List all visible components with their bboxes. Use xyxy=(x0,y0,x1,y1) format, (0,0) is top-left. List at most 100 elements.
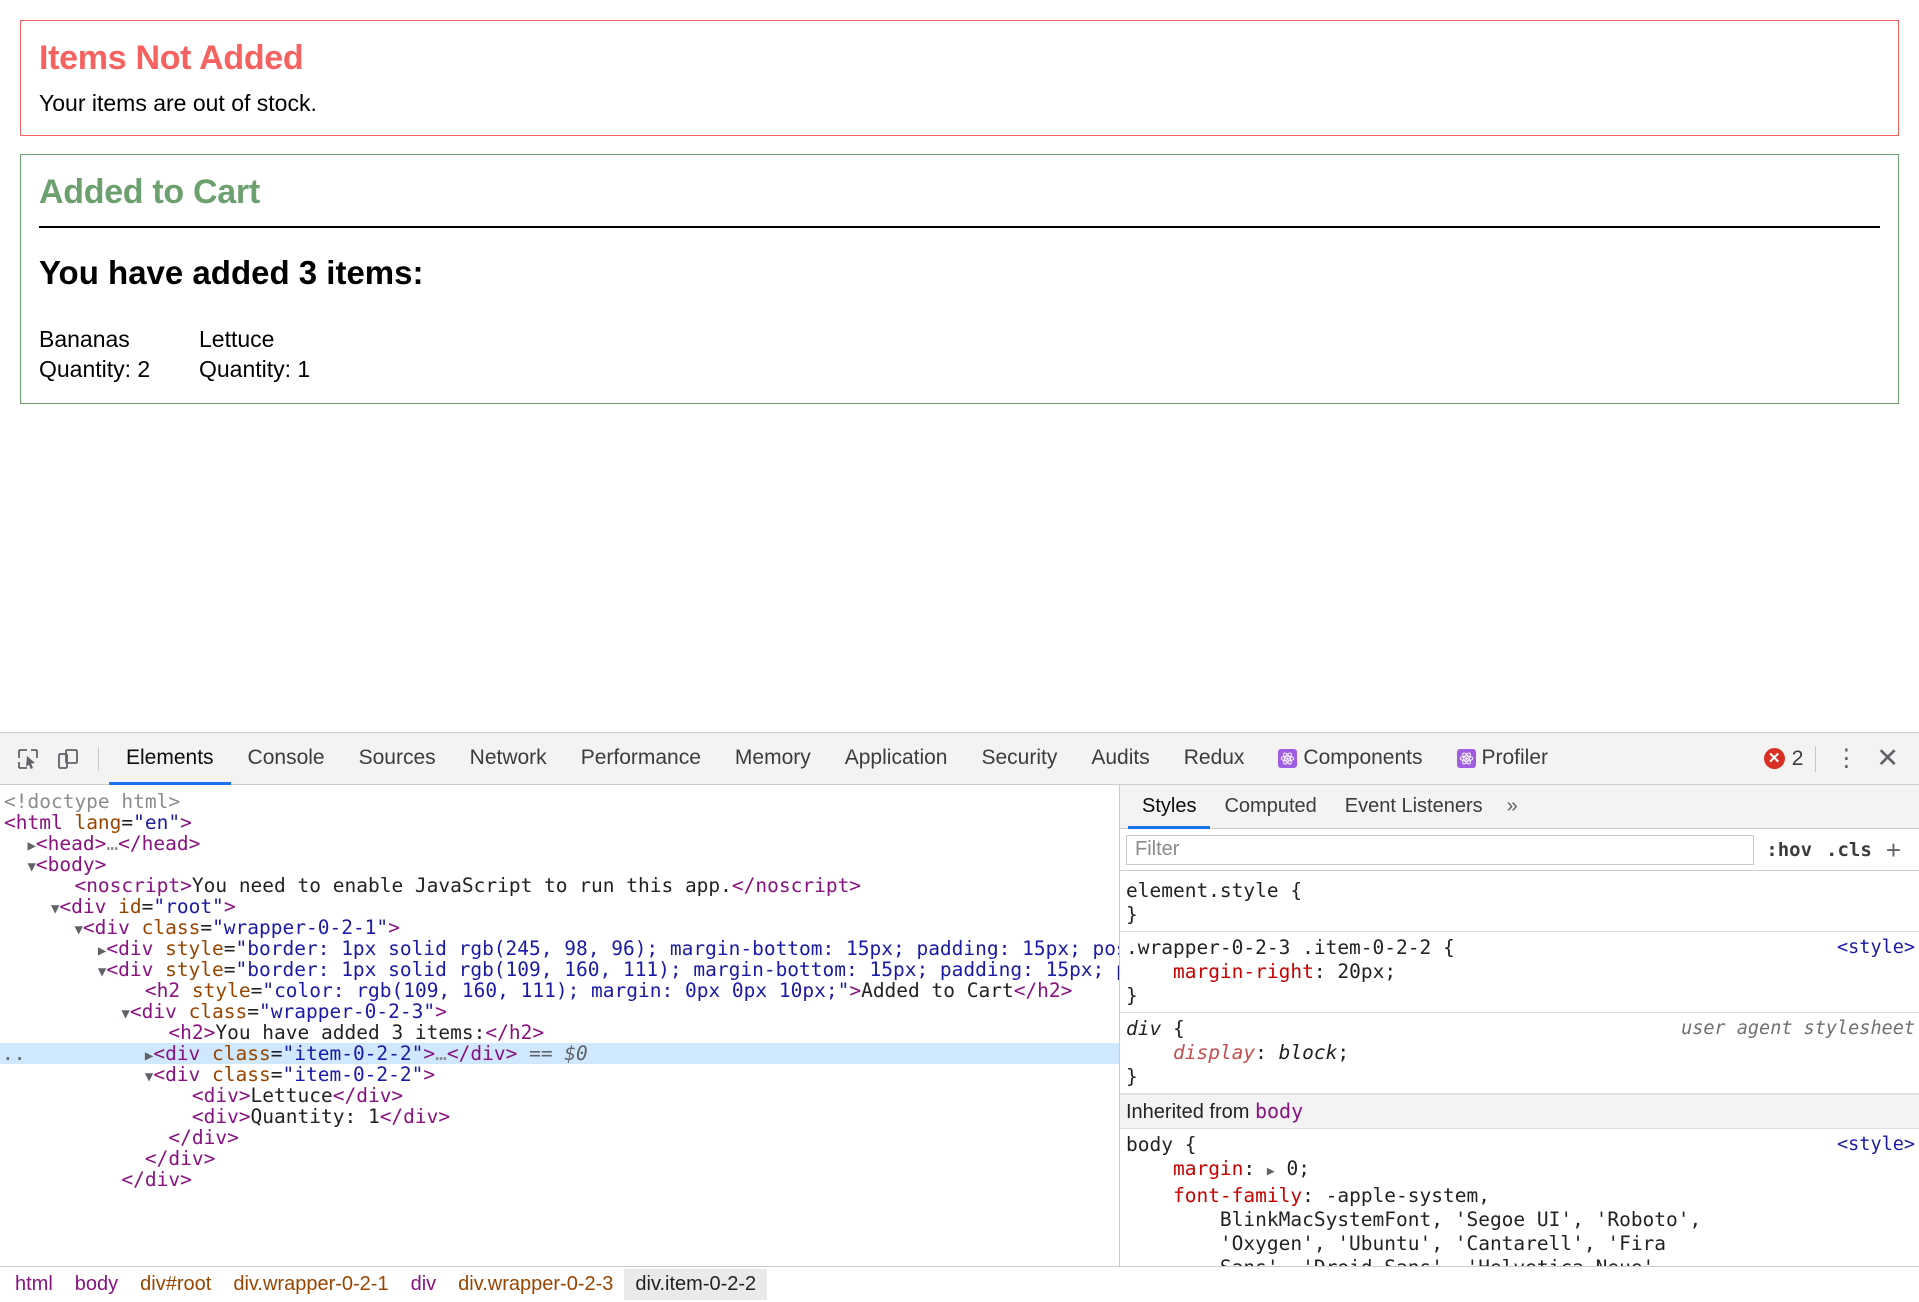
tab-application[interactable]: Application xyxy=(828,734,965,785)
tab-event-listeners[interactable]: Event Listeners xyxy=(1331,786,1497,829)
dom-node[interactable]: <h2>You have added 3 items:</h2> xyxy=(0,1022,1119,1043)
expand-arrow-icon[interactable]: ▶ xyxy=(1267,1164,1275,1179)
hov-toggle-button[interactable]: :hov xyxy=(1766,839,1812,861)
dom-node[interactable]: <!doctype html> xyxy=(0,791,1119,812)
breadcrumb-item[interactable]: div.wrapper-0-2-1 xyxy=(222,1269,399,1300)
error-count-badge[interactable]: ✕ 2 xyxy=(1764,747,1804,771)
css-property-name[interactable]: margin-right xyxy=(1173,960,1314,983)
collapse-arrow-icon[interactable]: ▼ xyxy=(121,1006,129,1022)
tab-performance[interactable]: Performance xyxy=(564,734,718,785)
tab-audits[interactable]: Audits xyxy=(1074,734,1166,785)
css-property-value-cont: 'Oxygen', 'Ubuntu', 'Cantarell', 'Fira xyxy=(1220,1232,1666,1255)
dom-node[interactable]: ▶<div style="border: 1px solid rgb(245, … xyxy=(0,938,1119,959)
toolbar-divider xyxy=(1815,746,1816,772)
cart-item: Bananas Quantity: 2 xyxy=(39,324,179,385)
css-rules-area: element.style { } <style> .wrapper-0-2-3… xyxy=(1120,871,1919,1266)
tab-styles[interactable]: Styles xyxy=(1128,786,1210,829)
css-origin-link[interactable]: <style> xyxy=(1837,1133,1915,1157)
dom-node[interactable]: </div> xyxy=(0,1148,1119,1169)
breadcrumb-item[interactable]: div.wrapper-0-2-3 xyxy=(447,1269,624,1300)
tab-label: Performance xyxy=(581,746,701,770)
tab-label: Sources xyxy=(359,746,436,770)
css-property-value[interactable]: 20px xyxy=(1337,960,1384,983)
css-property-value[interactable]: -apple-system, xyxy=(1326,1184,1490,1207)
react-logo-icon xyxy=(1457,749,1476,768)
css-property-name[interactable]: display xyxy=(1173,1041,1255,1064)
css-property-name[interactable]: font-family xyxy=(1173,1184,1302,1207)
breadcrumb-item[interactable]: div xyxy=(400,1269,448,1300)
dom-node[interactable]: </div> xyxy=(0,1169,1119,1190)
tab-network[interactable]: Network xyxy=(453,734,564,785)
dom-tree-pane[interactable]: <!doctype html><html lang="en"> ▶<head>…… xyxy=(0,785,1120,1266)
tab-redux[interactable]: Redux xyxy=(1167,734,1262,785)
tab-security[interactable]: Security xyxy=(964,734,1074,785)
toolbar-right-group: ✕ 2 ⋮ ✕ xyxy=(1764,745,1911,772)
dom-node[interactable]: <noscript>You need to enable JavaScript … xyxy=(0,875,1119,896)
tab-label: Styles xyxy=(1142,795,1196,818)
dom-node[interactable]: ▼<div style="border: 1px solid rgb(109, … xyxy=(0,959,1119,980)
cart-heading: You have added 3 items: xyxy=(39,254,1880,292)
items-not-added-body: Your items are out of stock. xyxy=(39,90,1880,117)
dom-node[interactable]: <html lang="en"> xyxy=(0,812,1119,833)
breadcrumb-item[interactable]: body xyxy=(64,1269,129,1300)
collapse-arrow-icon[interactable]: ▼ xyxy=(27,859,35,875)
device-toolbar-icon[interactable] xyxy=(51,742,85,776)
dom-node[interactable]: ▼<div id="root"> xyxy=(0,896,1119,917)
tab-label: Event Listeners xyxy=(1345,795,1483,818)
inspect-element-icon[interactable] xyxy=(11,742,45,776)
breadcrumb: htmlbodydiv#rootdiv.wrapper-0-2-1divdiv.… xyxy=(0,1266,1919,1302)
tab-label: Computed xyxy=(1224,795,1316,818)
expand-arrow-icon[interactable]: ▶ xyxy=(27,838,35,854)
tab-label: Redux xyxy=(1184,746,1245,770)
dom-node[interactable]: </div> xyxy=(0,1127,1119,1148)
toolbar-divider xyxy=(98,747,99,771)
cart-item-name: Lettuce xyxy=(199,324,339,354)
brace: { xyxy=(1279,879,1302,902)
tab-components[interactable]: Components xyxy=(1261,734,1439,785)
dom-node[interactable]: ▼<div class="wrapper-0-2-3"> xyxy=(0,1001,1119,1022)
tab-label: Components xyxy=(1303,746,1422,770)
dom-node[interactable]: <div>Quantity: 1</div> xyxy=(0,1106,1119,1127)
css-selector: .wrapper-0-2-3 .item-0-2-2 xyxy=(1126,936,1431,959)
brace-close: } xyxy=(1126,903,1919,927)
breadcrumb-item[interactable]: div#root xyxy=(129,1269,222,1300)
close-icon[interactable]: ✕ xyxy=(1870,745,1905,772)
dom-node-selected[interactable]: .. ▶<div class="item-0-2-2">…</div> == $… xyxy=(0,1043,1119,1064)
tab-memory[interactable]: Memory xyxy=(718,734,828,785)
colon: : xyxy=(1302,1184,1325,1207)
tab-sources[interactable]: Sources xyxy=(342,734,453,785)
css-rule-element-style[interactable]: element.style { } xyxy=(1120,875,1919,932)
items-not-added-alert: Items Not Added Your items are out of st… xyxy=(20,20,1899,136)
css-rule-body[interactable]: <style> body { margin: ▶ 0; font-family:… xyxy=(1120,1129,1919,1266)
tab-elements[interactable]: Elements xyxy=(109,734,231,785)
more-tabs-icon[interactable]: » xyxy=(1497,785,1528,828)
css-selector: element.style xyxy=(1126,879,1279,902)
css-property-value[interactable]: block xyxy=(1279,1041,1338,1064)
breadcrumb-item[interactable]: div.item-0-2-2 xyxy=(624,1269,767,1300)
new-style-rule-button[interactable]: + xyxy=(1886,837,1901,863)
tab-profiler[interactable]: Profiler xyxy=(1440,734,1566,785)
tab-computed[interactable]: Computed xyxy=(1210,786,1330,829)
dom-node[interactable]: <div>Lettuce</div> xyxy=(0,1085,1119,1106)
css-origin-link[interactable]: <style> xyxy=(1837,936,1915,960)
dom-node[interactable]: ▼<body> xyxy=(0,854,1119,875)
dom-node[interactable]: ▼<div class="item-0-2-2"> xyxy=(0,1064,1119,1085)
cls-toggle-button[interactable]: .cls xyxy=(1826,839,1872,861)
css-rule-item[interactable]: <style> .wrapper-0-2-3 .item-0-2-2 { mar… xyxy=(1120,932,1919,1013)
cart-item-quantity: Quantity: 1 xyxy=(199,354,339,384)
css-property-value[interactable]: 0 xyxy=(1286,1157,1298,1180)
css-property-name[interactable]: margin xyxy=(1173,1157,1243,1180)
dom-node[interactable]: <h2 style="color: rgb(109, 160, 111); ma… xyxy=(0,980,1119,1001)
brace-close: } xyxy=(1126,1065,1919,1089)
css-rule-div-ua[interactable]: user agent stylesheet div { display: blo… xyxy=(1120,1013,1919,1094)
more-options-icon[interactable]: ⋮ xyxy=(1828,747,1864,771)
dom-node[interactable]: ▶<head>…</head> xyxy=(0,833,1119,854)
tab-console[interactable]: Console xyxy=(231,734,342,785)
dom-node[interactable]: ▼<div class="wrapper-0-2-1"> xyxy=(0,917,1119,938)
styles-filter-input[interactable] xyxy=(1126,835,1754,865)
devtools-body: <!doctype html><html lang="en"> ▶<head>…… xyxy=(0,785,1919,1266)
collapse-arrow-icon[interactable]: ▼ xyxy=(74,922,82,938)
tab-label: Memory xyxy=(735,746,811,770)
breadcrumb-item[interactable]: html xyxy=(4,1269,64,1300)
inherited-from-header: Inherited from body xyxy=(1120,1094,1919,1129)
